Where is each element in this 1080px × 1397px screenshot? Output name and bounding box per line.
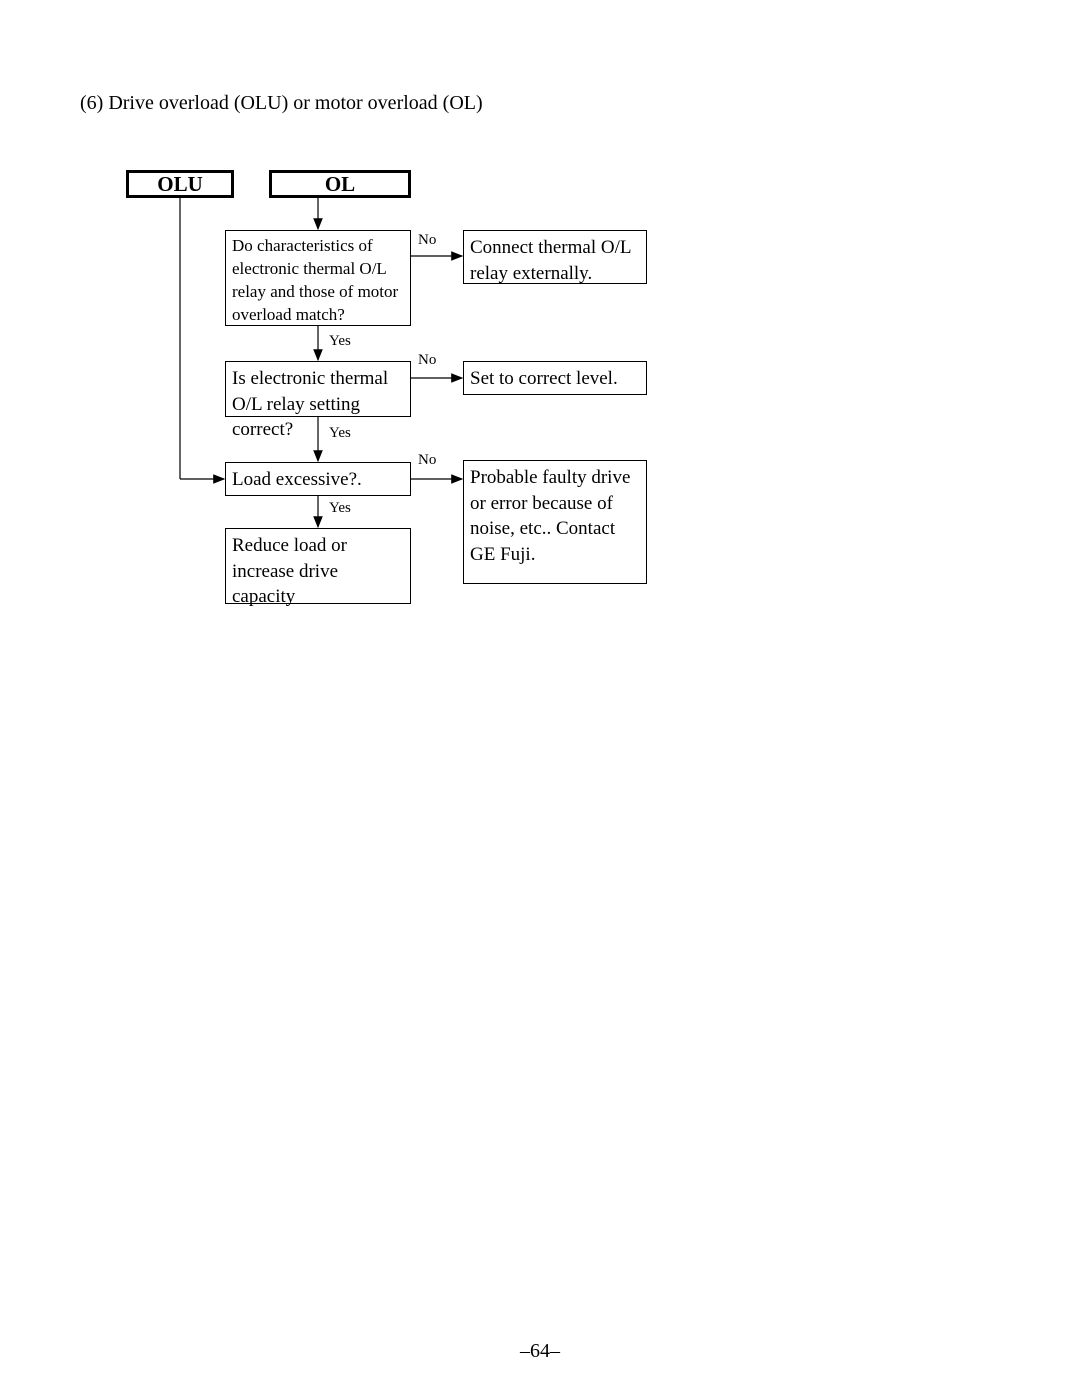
flowchart: OLU OL Do characteristics of electronic … xyxy=(0,0,1080,1000)
page-number: –64– xyxy=(0,1340,1080,1363)
connectors xyxy=(0,0,1080,1000)
